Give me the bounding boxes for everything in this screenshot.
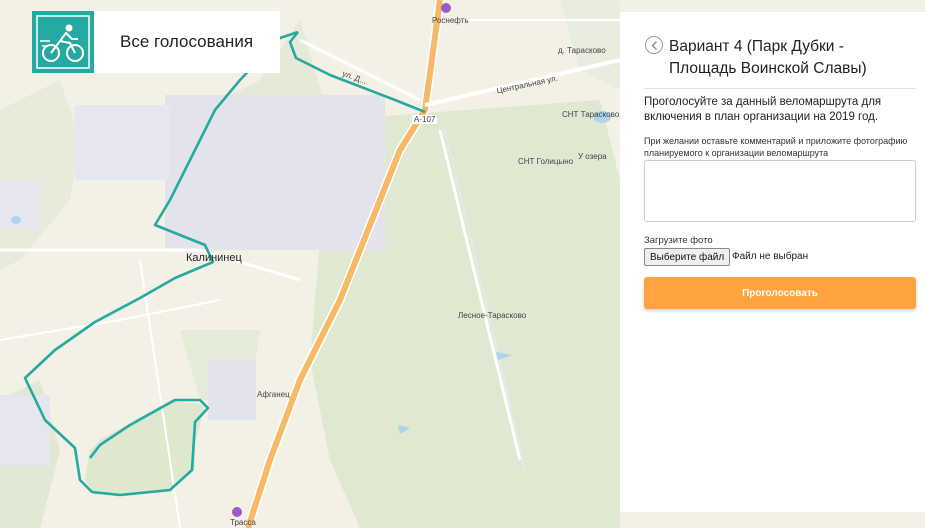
route-title: Вариант 4 (Парк Дубки - Площадь Воинской… <box>669 38 867 77</box>
map-label-tarasovo-village: д. Тарасково <box>558 46 606 55</box>
all-votes-link[interactable]: Все голосования <box>94 11 280 73</box>
comment-label: При желании оставьте комментарий и прило… <box>644 136 908 158</box>
cyclist-logo-icon[interactable] <box>32 11 94 73</box>
map-label-snt-tarasovo: СНТ Тарасково <box>562 110 620 119</box>
file-status: Файл не выбран <box>732 251 809 262</box>
divider <box>644 88 916 89</box>
route-vote-panel: Вариант 4 (Парк Дубки - Площадь Воинской… <box>620 12 925 512</box>
all-votes-title: Все голосования <box>120 32 254 51</box>
map-label-snt-golitsyno: СНТ Голицыно <box>518 157 574 166</box>
map-label-trassa: Трасса <box>230 518 256 527</box>
choose-file-button[interactable]: Выберите файл <box>644 248 731 266</box>
map-label-u-ozera: У озера <box>578 152 607 161</box>
back-button[interactable] <box>645 36 663 54</box>
map-label-afganets: Афганец <box>257 390 290 399</box>
map-label-kalininets: Калининец <box>186 252 242 264</box>
vote-description: Проголосуйте за данный веломаршрута для … <box>644 96 882 123</box>
vote-button[interactable]: Проголосовать <box>644 277 916 309</box>
map-label-rosneft: Роснефть <box>432 16 469 25</box>
map-label-highway-code: А-107 <box>412 115 438 124</box>
chevron-left-icon <box>651 41 657 50</box>
map-label-lesnoe-tarasovo: Лесное-Тарасково <box>458 311 527 320</box>
upload-photo-label: Загрузите фото <box>644 235 713 246</box>
comment-field[interactable] <box>644 160 916 222</box>
